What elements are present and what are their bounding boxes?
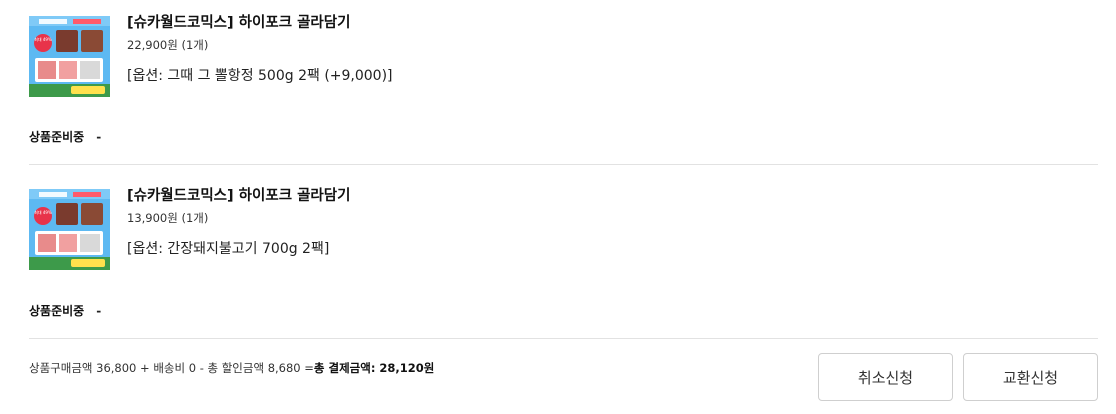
total-label: 총 결제금액 xyxy=(313,361,371,375)
product-name[interactable]: [슈카월드코믹스] 하이포크 골라담기 xyxy=(127,186,350,206)
total-value: : 28,120원 xyxy=(370,361,435,375)
order-item: 최대 49% [슈카월드코믹스] 하이포크 골라담기 13,900원 (1개) … xyxy=(29,165,1098,339)
order-item: 최대 49% [슈카월드코믹스] 하이포크 골라담기 22,900원 (1개) … xyxy=(29,0,1098,165)
product-thumbnail[interactable]: 최대 49% xyxy=(29,16,110,97)
status-label: 상품준비중 xyxy=(29,130,85,144)
status-value: - xyxy=(96,304,102,318)
order-status: 상품준비중 - xyxy=(29,129,101,145)
status-value: - xyxy=(96,130,102,144)
exchange-request-button[interactable]: 교환신청 xyxy=(963,353,1098,401)
cancel-request-button[interactable]: 취소신청 xyxy=(818,353,953,401)
product-option: [옵션: 그때 그 뽈항정 500g 2팩 (+9,000)] xyxy=(127,68,393,84)
product-price: 13,900원 (1개) xyxy=(127,211,209,225)
thumb-badge-text: 최대 49% xyxy=(34,209,52,215)
product-thumbnail[interactable]: 최대 49% xyxy=(29,189,110,270)
summary-breakdown: 상품구매금액 36,800 + 배송비 0 - 총 할인금액 8,680 = xyxy=(29,361,314,375)
product-option: [옵션: 간장돼지불고기 700g 2팩] xyxy=(127,241,330,257)
product-price: 22,900원 (1개) xyxy=(127,38,209,52)
product-info: [슈카월드코믹스] 하이포크 골라담기 22,900원 (1개) [옵션: 그때… xyxy=(127,13,393,86)
status-label: 상품준비중 xyxy=(29,304,85,318)
product-info: [슈카월드코믹스] 하이포크 골라담기 13,900원 (1개) [옵션: 간장… xyxy=(127,186,350,259)
payment-summary: 상품구매금액 36,800 + 배송비 0 - 총 할인금액 8,680 =총 … xyxy=(29,360,434,376)
thumb-badge-text: 최대 49% xyxy=(34,36,52,42)
order-status: 상품준비중 - xyxy=(29,303,101,319)
product-name[interactable]: [슈카월드코믹스] 하이포크 골라담기 xyxy=(127,13,393,33)
